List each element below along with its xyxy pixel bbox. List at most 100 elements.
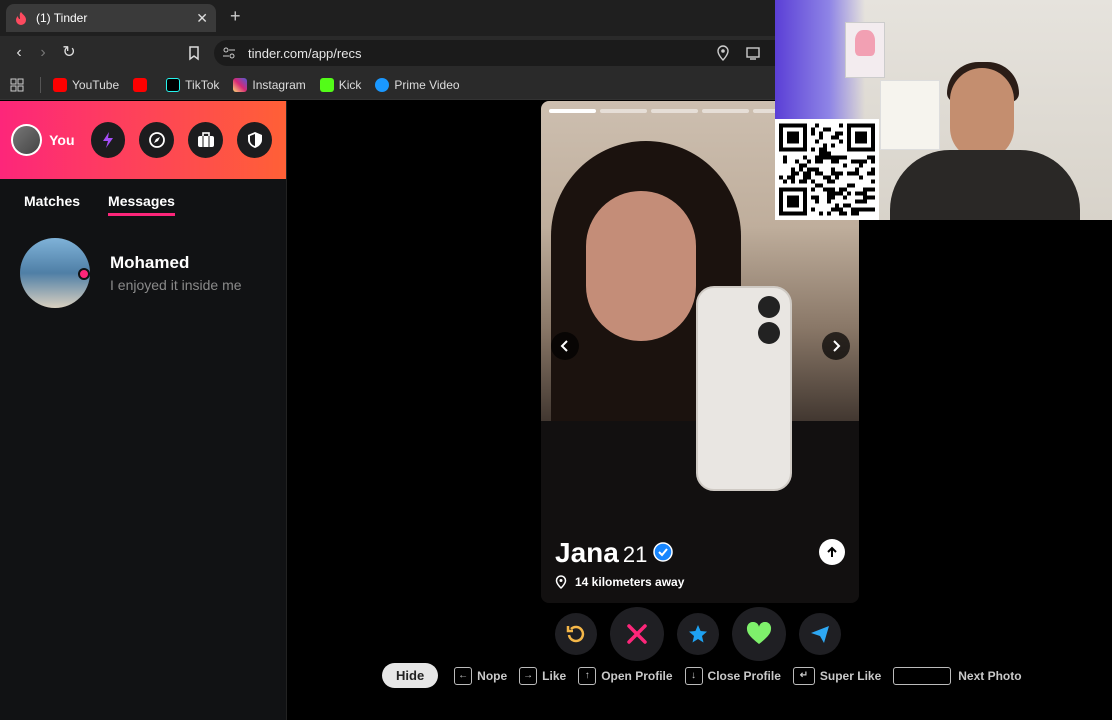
safety-button[interactable] [237,122,273,158]
sidebar: You Matches Messages Mohamed I enjoyed i… [0,101,287,720]
location-pin-icon [555,575,567,589]
spacebar-key-icon [893,666,952,685]
previous-photo-button[interactable] [551,332,579,360]
bookmark-prime-video[interactable]: Prime Video [375,77,460,92]
nope-button[interactable] [610,607,664,661]
star-icon [689,625,707,643]
chevron-right-icon [833,340,841,352]
sidebar-header: You [0,101,286,179]
prime-video-icon [375,77,390,92]
avatar[interactable] [11,124,43,156]
bookmark-kick[interactable]: Kick [319,77,361,92]
list-item[interactable]: Mohamed I enjoyed it inside me [0,238,286,308]
youtube-icon [133,77,148,92]
profile-distance: 14 kilometers away [555,575,684,589]
kick-icon [319,77,334,92]
boost-button[interactable] [90,122,126,158]
address-bar[interactable]: tinder.com/app/recs [214,40,775,66]
compass-icon [148,132,165,148]
location-icon[interactable] [715,45,731,61]
rewind-button[interactable] [555,613,597,655]
hint-like: → Like [519,666,566,685]
url-text: tinder.com/app/recs [248,45,362,61]
webcam-person-body [890,150,1080,220]
avatar [20,238,90,308]
enter-key-icon: ↵ [792,666,815,685]
qr-code-icon [779,123,875,216]
briefcase-icon [197,132,214,147]
browser-tab-bar: (1) Tinder ✕ + [0,0,775,36]
bookmark-youtube[interactable]: YouTube [53,77,119,92]
action-buttons [555,607,845,661]
close-tab-icon[interactable]: ✕ [196,10,208,27]
keyboard-hints: Hide ← Nope → Like ↑ Open Profile ↓ Close Pr… [382,663,1034,688]
hide-hints-button[interactable]: Hide [382,663,439,688]
apps-grid-icon[interactable] [10,78,24,92]
webcam-overlay [775,0,1112,220]
webcam-wall-paper [880,80,940,150]
tab-matches[interactable]: Matches [24,193,80,216]
photo-lens [758,296,780,318]
message-preview: I enjoyed it inside me [110,277,242,293]
reload-icon[interactable]: ↻ [60,44,78,62]
explore-button[interactable] [139,122,175,158]
webcam-person-head [950,68,1014,160]
hint-next-photo: Next Photo [893,666,1022,685]
sidebar-tabs: Matches Messages [0,193,286,216]
bookmark-instagram[interactable]: Instagram [233,77,306,92]
work-button[interactable] [188,122,224,158]
hint-nope: ← Nope [454,666,507,685]
tiktok-icon [166,77,181,92]
arrow-up-icon [827,546,837,557]
webcam-poster-figure [855,30,875,56]
arrow-down-key-icon: ↓ [684,666,703,685]
photo-progress-segment [651,109,698,113]
bookmarks-bar: YouTube TikTok Instagram Kick Prime Vide… [0,70,775,100]
next-photo-button[interactable] [822,332,850,360]
bookmark-tiktok[interactable]: TikTok [166,77,219,92]
instagram-icon [233,77,248,92]
rewind-icon [566,625,585,643]
hint-open-profile: ↑ Open Profile [578,666,673,685]
profile-info: Jana 21 14 kilometers away [555,537,684,589]
hint-close-profile: ↓ Close Profile [684,666,781,685]
cast-icon[interactable] [745,45,761,61]
send-icon [811,626,829,643]
tab-title: (1) Tinder [36,11,88,25]
like-button[interactable] [732,607,786,661]
back-icon[interactable]: ‹ [10,44,28,62]
arrow-left-key-icon: ← [454,666,473,685]
site-settings-icon[interactable] [222,46,236,60]
forward-icon[interactable]: › [34,44,52,62]
browser-tab[interactable]: (1) Tinder ✕ [6,4,216,32]
bookmark-youtube-2[interactable] [133,77,152,92]
bookmark-icon[interactable] [186,45,202,61]
tinder-flame-icon [16,12,26,25]
photo-phone [696,286,792,491]
message-name: Mohamed [110,253,190,272]
browser-toolbar: ‹ › ↻ tinder.com/app/recs [0,36,775,70]
photo-face [586,191,696,341]
open-profile-button[interactable] [819,539,845,565]
photo-progress-segment [702,109,749,113]
chevron-left-icon [560,340,568,352]
bookmarks-separator [40,76,41,93]
arrow-right-key-icon: → [519,666,538,685]
heart-icon [746,622,772,644]
profile-age: 21 [622,542,648,567]
photo-progress-segment [549,109,596,113]
hint-super-like: ↵ Super Like [792,666,881,685]
youtube-icon [53,77,67,92]
x-icon [627,624,647,644]
tab-messages[interactable]: Messages [108,193,175,216]
new-tab-icon[interactable]: + [230,6,241,27]
send-boost-button[interactable] [799,613,841,655]
arrow-up-key-icon: ↑ [578,666,597,685]
verified-badge-icon [653,542,674,562]
profile-label[interactable]: You [49,132,74,148]
qr-code [775,119,879,220]
photo-progress-segment [600,109,647,113]
lightning-icon [102,132,113,148]
unread-dot [78,268,90,280]
super-like-button[interactable] [677,613,719,655]
